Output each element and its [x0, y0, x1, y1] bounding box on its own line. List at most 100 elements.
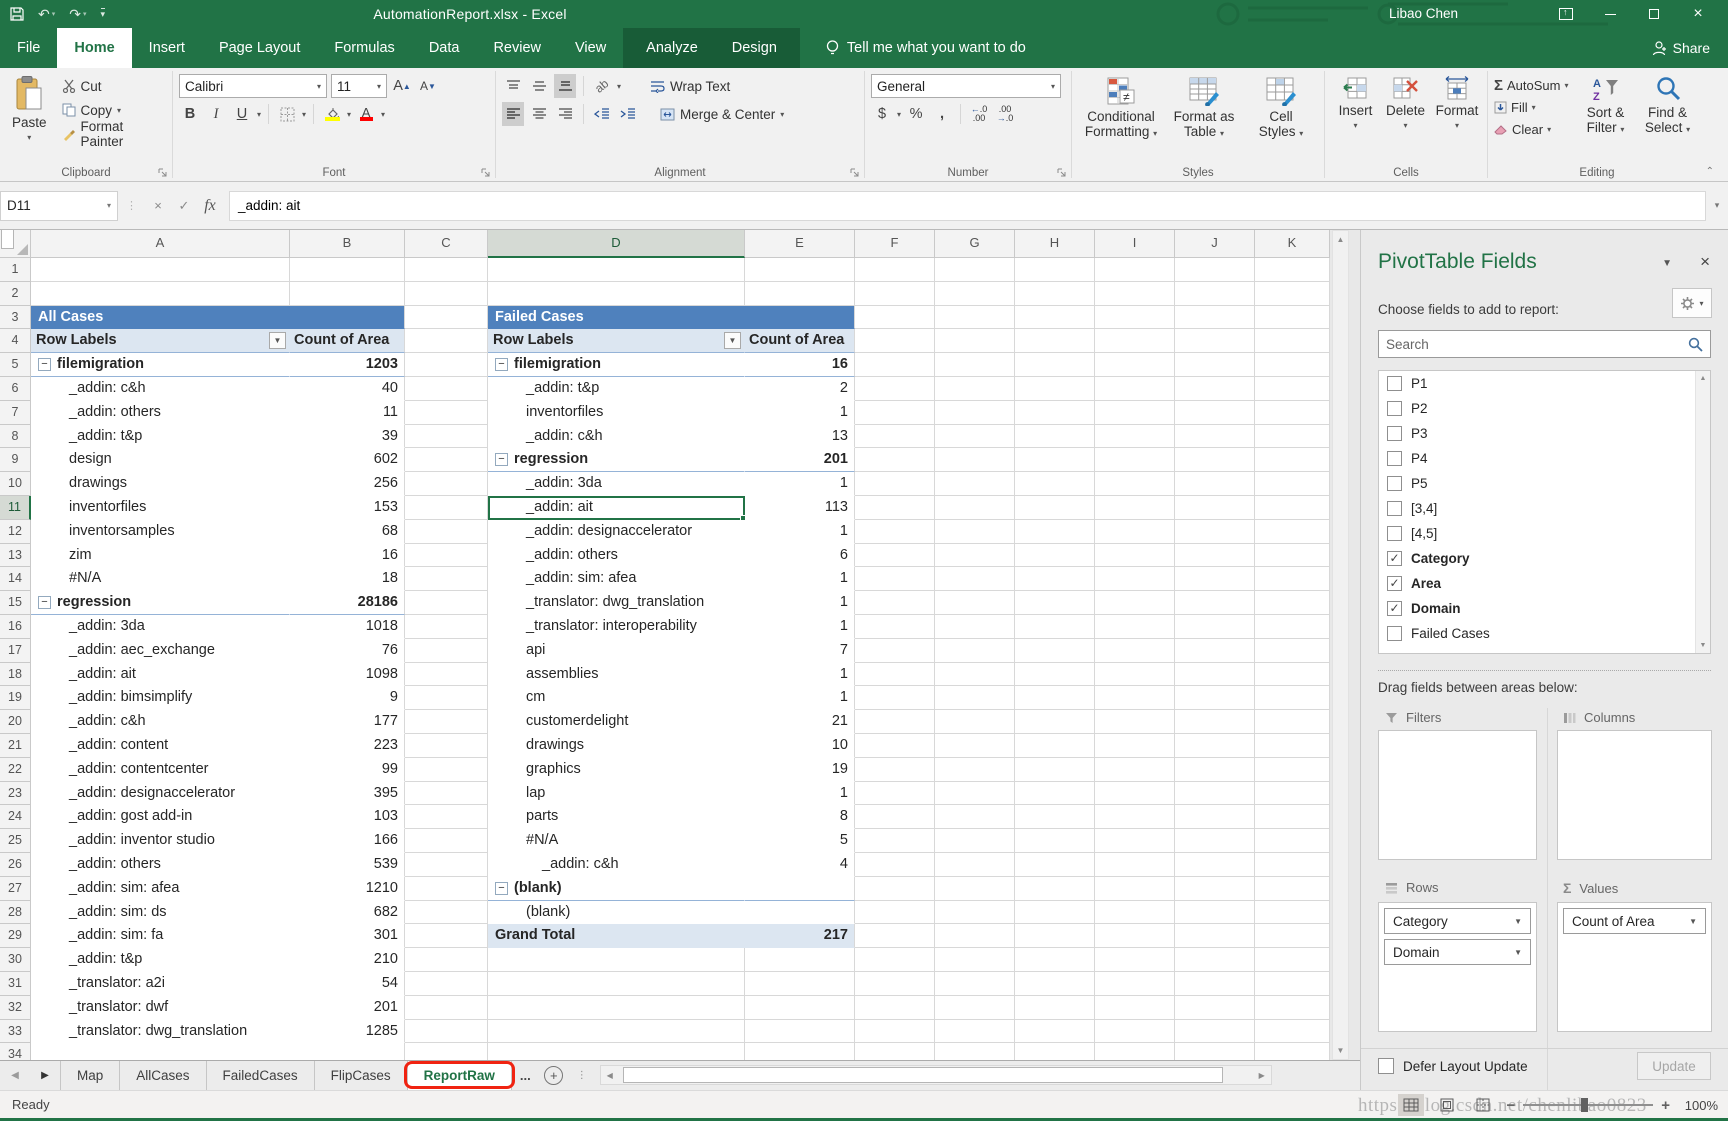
top-align-button[interactable] — [502, 74, 524, 98]
cell-G29[interactable] — [935, 924, 1015, 948]
cell-A10[interactable]: drawings — [31, 472, 290, 496]
cell-J24[interactable] — [1175, 805, 1255, 829]
row-header-25[interactable]: 25 — [0, 829, 31, 853]
cell-I22[interactable] — [1095, 758, 1175, 782]
share-button[interactable]: Share — [1651, 28, 1728, 68]
cell-H15[interactable] — [1015, 591, 1095, 615]
cell-G8[interactable] — [935, 425, 1015, 449]
cell-A22[interactable]: _addin: contentcenter — [31, 758, 290, 782]
cell-B16[interactable]: 1018 — [290, 615, 405, 639]
cell-G4[interactable] — [935, 329, 1015, 353]
cell-C13[interactable] — [405, 544, 488, 568]
insert-cells-button[interactable]: Insert ▾ — [1331, 72, 1380, 160]
sheet-nav-right-arrow[interactable]: ▶ — [30, 1061, 60, 1090]
cell-K29[interactable] — [1255, 924, 1330, 948]
cell-D33[interactable] — [488, 1020, 745, 1044]
wrap-text-button[interactable]: Wrap Text — [647, 74, 733, 98]
cell-F2[interactable] — [855, 282, 935, 306]
bold-button[interactable]: B — [179, 102, 201, 126]
cell-J11[interactable] — [1175, 496, 1255, 520]
cell-F18[interactable] — [855, 663, 935, 687]
cell-H9[interactable] — [1015, 448, 1095, 472]
cell-D7[interactable]: inventorfiles — [488, 401, 745, 425]
cell-D23[interactable]: lap — [488, 782, 745, 806]
columns-drop-area[interactable] — [1557, 730, 1712, 860]
unchecked-checkbox[interactable] — [1387, 476, 1402, 491]
cell-A34[interactable] — [31, 1043, 290, 1060]
save-button[interactable] — [10, 7, 24, 21]
cell-D1[interactable] — [488, 258, 745, 282]
cell-G27[interactable] — [935, 877, 1015, 901]
column-header-D[interactable]: D — [488, 230, 745, 258]
cell-B27[interactable]: 1210 — [290, 877, 405, 901]
cell-E26[interactable]: 4 — [745, 853, 855, 877]
cell-I2[interactable] — [1095, 282, 1175, 306]
cell-D20[interactable]: customerdelight — [488, 710, 745, 734]
cell-F4[interactable] — [855, 329, 935, 353]
cell-D6[interactable]: _addin: t&p — [488, 377, 745, 401]
cell-K10[interactable] — [1255, 472, 1330, 496]
cell-H8[interactable] — [1015, 425, 1095, 449]
cell-B6[interactable]: 40 — [290, 377, 405, 401]
cell-G6[interactable] — [935, 377, 1015, 401]
unchecked-checkbox[interactable] — [1387, 376, 1402, 391]
cell-G14[interactable] — [935, 567, 1015, 591]
cell-C33[interactable] — [405, 1020, 488, 1044]
cell-B15[interactable]: 28186 — [290, 591, 405, 615]
cell-A13[interactable]: zim — [31, 544, 290, 568]
sheet-tab-map[interactable]: Map — [60, 1061, 120, 1090]
cell-H25[interactable] — [1015, 829, 1095, 853]
cell-C19[interactable] — [405, 686, 488, 710]
cut-button[interactable]: Cut — [59, 74, 168, 98]
cell-I19[interactable] — [1095, 686, 1175, 710]
unchecked-checkbox[interactable] — [1387, 626, 1402, 641]
cell-G20[interactable] — [935, 710, 1015, 734]
cell-I26[interactable] — [1095, 853, 1175, 877]
cell-C1[interactable] — [405, 258, 488, 282]
cell-H5[interactable] — [1015, 353, 1095, 377]
cell-J21[interactable] — [1175, 734, 1255, 758]
cell-F26[interactable] — [855, 853, 935, 877]
cell-H27[interactable] — [1015, 877, 1095, 901]
cell-F22[interactable] — [855, 758, 935, 782]
cell-E21[interactable]: 10 — [745, 734, 855, 758]
row-header-10[interactable]: 10 — [0, 472, 31, 496]
cell-E32[interactable] — [745, 996, 855, 1020]
field-item-p3[interactable]: P3 — [1379, 421, 1710, 446]
cell-D14[interactable]: _addin: sim: afea — [488, 567, 745, 591]
cell-J28[interactable] — [1175, 901, 1255, 925]
column-header-E[interactable]: E — [745, 230, 855, 258]
paste-button[interactable]: Paste ▾ — [6, 72, 53, 160]
cell-F6[interactable] — [855, 377, 935, 401]
unchecked-checkbox[interactable] — [1387, 401, 1402, 416]
cell-E8[interactable]: 13 — [745, 425, 855, 449]
cell-D32[interactable] — [488, 996, 745, 1020]
cell-H23[interactable] — [1015, 782, 1095, 806]
column-header-I[interactable]: I — [1095, 230, 1175, 258]
row-header-21[interactable]: 21 — [0, 734, 31, 758]
scroll-up-arrow[interactable]: ▲ — [1696, 371, 1710, 386]
cell-E10[interactable]: 1 — [745, 472, 855, 496]
cell-A12[interactable]: inventorsamples — [31, 520, 290, 544]
cell-I32[interactable] — [1095, 996, 1175, 1020]
cell-I20[interactable] — [1095, 710, 1175, 734]
cell-G7[interactable] — [935, 401, 1015, 425]
cell-B10[interactable]: 256 — [290, 472, 405, 496]
cell-C30[interactable] — [405, 948, 488, 972]
cell-E2[interactable] — [745, 282, 855, 306]
cell-F12[interactable] — [855, 520, 935, 544]
rows-field-category[interactable]: Category▼ — [1384, 908, 1531, 934]
decrease-indent-button[interactable] — [591, 102, 613, 126]
scroll-left-arrow[interactable]: ◀ — [601, 1067, 619, 1084]
cell-F29[interactable] — [855, 924, 935, 948]
row-header-16[interactable]: 16 — [0, 615, 31, 639]
row-labels-filter-button[interactable]: ▼ — [724, 332, 741, 349]
filters-drop-area[interactable] — [1378, 730, 1537, 860]
zoom-slider[interactable] — [1523, 1104, 1653, 1106]
cell-C14[interactable] — [405, 567, 488, 591]
cell-C31[interactable] — [405, 972, 488, 996]
cell-C12[interactable] — [405, 520, 488, 544]
cell-J15[interactable] — [1175, 591, 1255, 615]
cell-A16[interactable]: _addin: 3da — [31, 615, 290, 639]
cell-F28[interactable] — [855, 901, 935, 925]
